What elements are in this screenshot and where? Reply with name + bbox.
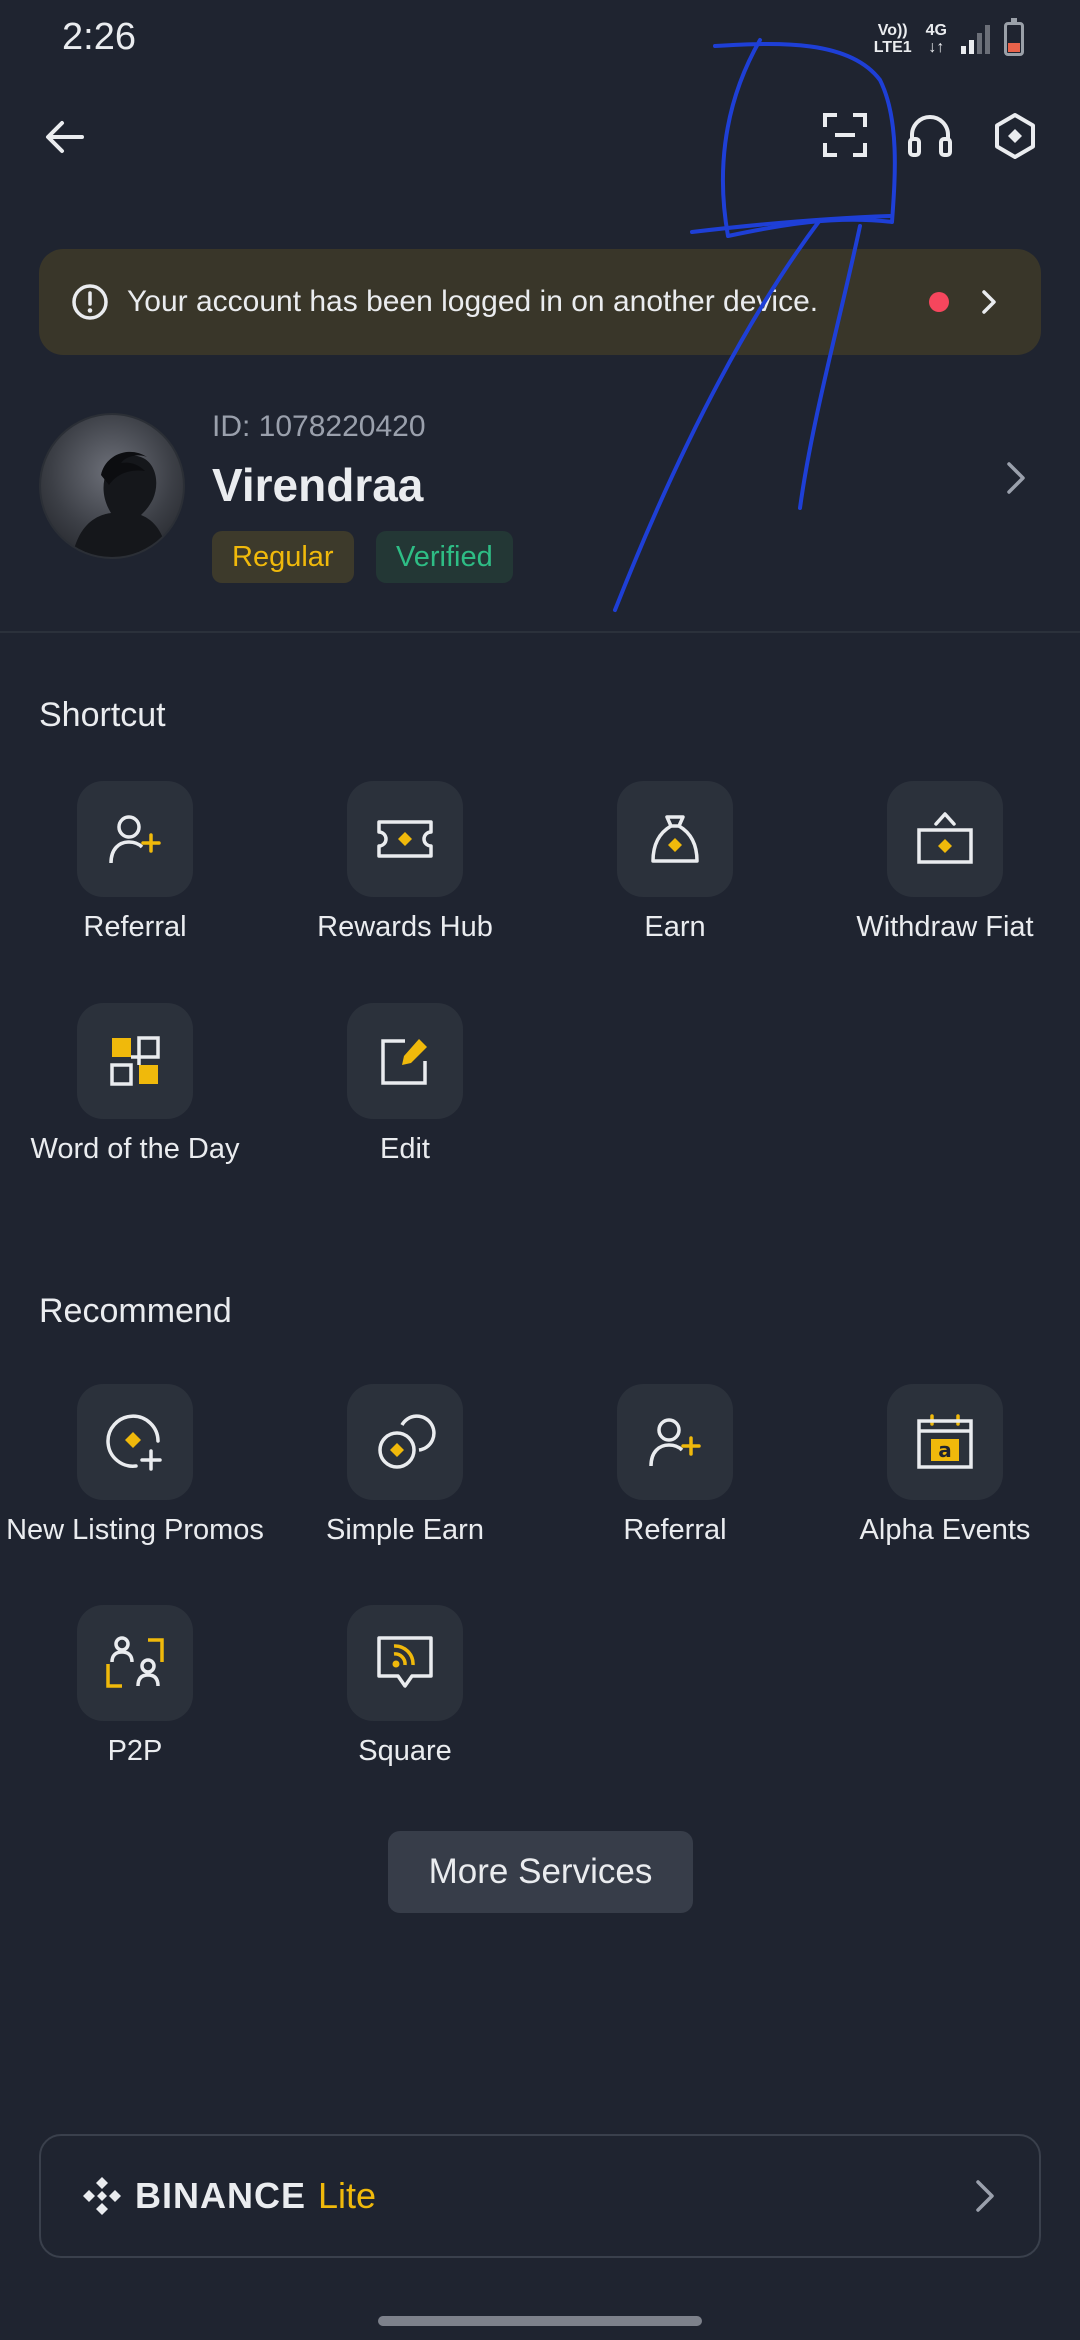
vip-level-badge[interactable]: Regular <box>212 531 354 583</box>
tile-label: Alpha Events <box>859 1514 1031 1546</box>
battery-icon <box>1004 18 1024 56</box>
shortcut-referral[interactable]: Referral <box>0 781 270 944</box>
shortcut-edit[interactable]: Edit <box>270 1003 540 1166</box>
p2p-icon <box>106 1636 164 1688</box>
coins-icon <box>378 1414 436 1469</box>
shortcut-earn[interactable]: Earn <box>540 781 810 944</box>
tile-icon-box <box>77 1605 193 1721</box>
ticket-icon <box>377 820 433 858</box>
edit-icon <box>381 1039 427 1085</box>
signal-icon <box>961 24 990 54</box>
4g-label: 4G <box>925 22 947 39</box>
money-bag-icon <box>651 815 699 863</box>
shortcut-word-of-the-day[interactable]: Word of the Day <box>0 1003 270 1166</box>
home-indicator[interactable] <box>378 2316 702 2326</box>
feed-icon <box>377 1636 433 1688</box>
data-arrows-label: ↓↑ <box>928 39 945 56</box>
support-button[interactable] <box>900 106 960 166</box>
puzzle-grid-icon <box>110 1036 160 1086</box>
lite-label: Lite <box>318 2175 377 2216</box>
tile-label: Referral <box>83 911 187 943</box>
lte-label: LTE1 <box>873 39 912 56</box>
recommend-new-listing-promos[interactable]: New Listing Promos <box>0 1384 270 1547</box>
username: Virendraa <box>212 459 424 511</box>
binance-wordmark: BINANCE <box>135 2175 307 2216</box>
tile-icon-box <box>77 1003 193 1119</box>
scan-icon <box>823 113 867 157</box>
tile-icon-box <box>347 781 463 897</box>
recommend-alpha-events[interactable]: a Alpha Events <box>810 1384 1080 1547</box>
tile-icon-box <box>77 781 193 897</box>
recommend-square[interactable]: Square <box>270 1605 540 1768</box>
tile-label: Simple Earn <box>326 1514 484 1546</box>
calendar-alpha-icon: a <box>917 1414 973 1469</box>
alert-circle-icon <box>72 284 108 320</box>
login-alert-banner[interactable]: Your account has been logged in on anoth… <box>39 249 1041 355</box>
binance-logo-icon <box>83 2177 121 2215</box>
back-button[interactable] <box>36 108 94 166</box>
tile-label: P2P <box>107 1735 163 1767</box>
tile-label: Withdraw Fiat <box>856 911 1034 943</box>
chevron-right-icon <box>976 2180 994 2212</box>
tile-icon-box <box>347 1605 463 1721</box>
tile-icon-box <box>617 1384 733 1500</box>
tile-label: Rewards Hub <box>317 911 493 943</box>
recommend-simple-earn[interactable]: Simple Earn <box>270 1384 540 1547</box>
settings-hexagon-icon <box>995 113 1035 159</box>
avatar-image <box>72 451 168 557</box>
headset-icon <box>908 115 952 157</box>
tile-label: Word of the Day <box>30 1133 240 1165</box>
tile-icon-box <box>77 1384 193 1500</box>
more-services-button[interactable]: More Services <box>388 1831 693 1913</box>
binance-lite-switch[interactable]: BINANCE Lite <box>39 2134 1041 2258</box>
tile-label: Edit <box>380 1133 430 1165</box>
tile-icon-box <box>617 781 733 897</box>
scan-button[interactable] <box>816 106 874 164</box>
withdraw-icon <box>917 812 973 864</box>
recommend-referral[interactable]: Referral <box>540 1384 810 1547</box>
recommend-p2p[interactable]: P2P <box>0 1605 270 1768</box>
tile-label: New Listing Promos <box>6 1514 264 1546</box>
unread-dot <box>929 292 949 312</box>
status-time: 2:26 <box>62 16 136 58</box>
alert-message: Your account has been logged in on anoth… <box>127 285 819 318</box>
shortcut-withdraw-fiat[interactable]: Withdraw Fiat <box>810 781 1080 944</box>
shortcut-title: Shortcut <box>39 696 166 734</box>
avatar[interactable] <box>39 413 185 559</box>
tile-icon-box <box>347 1003 463 1119</box>
profile-details-button[interactable] <box>996 458 1036 498</box>
volte-indicator: Vo)) LTE1 <box>874 22 912 56</box>
arrow-left-icon <box>46 121 84 153</box>
settings-button[interactable] <box>985 106 1045 166</box>
add-user-icon <box>109 815 161 864</box>
tile-label: Square <box>358 1735 452 1767</box>
data-indicator: 4G ↓↑ <box>926 22 947 56</box>
user-id: ID: 1078220420 <box>212 410 426 443</box>
tile-label: Earn <box>644 911 706 943</box>
add-user-icon <box>649 1418 701 1467</box>
chevron-right-icon <box>982 290 996 314</box>
volte-label: Vo)) <box>877 22 908 39</box>
verified-badge[interactable]: Verified <box>376 531 513 583</box>
tile-icon-box <box>887 781 1003 897</box>
shortcut-rewards-hub[interactable]: Rewards Hub <box>270 781 540 944</box>
status-icons: Vo)) LTE1 4G ↓↑ <box>874 18 1024 56</box>
new-listing-icon <box>106 1414 162 1471</box>
tile-icon-box <box>347 1384 463 1500</box>
chevron-right-icon <box>1007 462 1025 494</box>
tile-icon-box: a <box>887 1384 1003 1500</box>
svg-text:a: a <box>938 1438 952 1462</box>
recommend-title: Recommend <box>39 1292 232 1330</box>
tile-label: Referral <box>623 1514 727 1546</box>
divider <box>0 631 1080 633</box>
